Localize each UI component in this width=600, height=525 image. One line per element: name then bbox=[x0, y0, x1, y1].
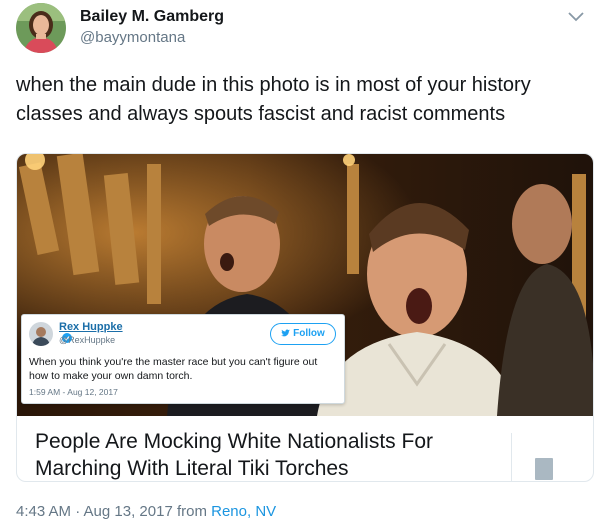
follow-button: Follow bbox=[270, 323, 336, 345]
embedded-timestamp: 1:59 AM - Aug 12, 2017 bbox=[29, 387, 118, 397]
card-photo: Rex Huppke @RexHuppke Follow When you th… bbox=[17, 154, 593, 416]
avatar[interactable] bbox=[16, 3, 66, 53]
follow-label: Follow bbox=[293, 328, 325, 339]
card-divider bbox=[511, 433, 512, 481]
tweet-text: when the main dude in this photo is in m… bbox=[16, 74, 531, 125]
link-card[interactable]: Rex Huppke @RexHuppke Follow When you th… bbox=[16, 153, 594, 482]
user-handle[interactable]: @bayymontana bbox=[80, 29, 185, 46]
embedded-tweet: Rex Huppke @RexHuppke Follow When you th… bbox=[21, 314, 345, 404]
embedded-tweet-text: When you think you're the master race bu… bbox=[29, 356, 318, 382]
article-icon bbox=[535, 458, 553, 480]
twitter-bird-icon bbox=[281, 329, 291, 337]
tweet-location[interactable]: Reno, NV bbox=[211, 503, 276, 520]
card-headline[interactable]: People Are Mocking White Nationalists Fo… bbox=[35, 428, 505, 481]
display-name[interactable]: Bailey M. Gamberg bbox=[80, 8, 224, 26]
chevron-down-icon[interactable] bbox=[566, 10, 586, 24]
tweet: Bailey M. Gamberg @bayymontana when the … bbox=[0, 0, 600, 525]
embedded-name-text: Rex Huppke bbox=[59, 321, 123, 333]
embedded-handle: @RexHuppke bbox=[59, 335, 116, 345]
embedded-avatar bbox=[29, 322, 53, 346]
tweet-timestamp: 4:43 AM · Aug 13, 2017 from Reno, NV bbox=[16, 503, 276, 520]
tweet-time[interactable]: 4:43 AM · Aug 13, 2017 from bbox=[16, 503, 211, 520]
avatar-photo bbox=[16, 3, 66, 53]
